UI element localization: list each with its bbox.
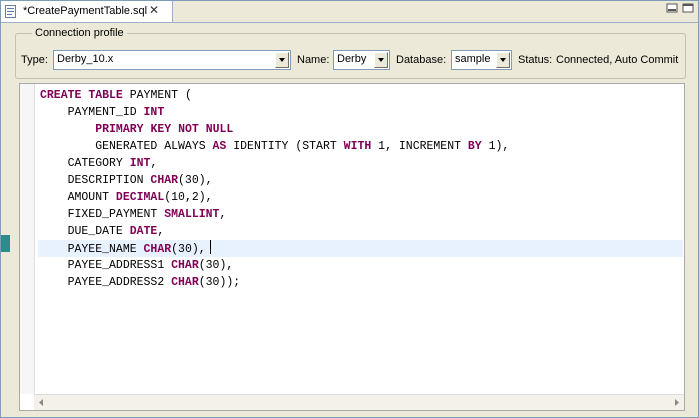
chevron-down-icon[interactable] <box>275 52 289 68</box>
code-text: , <box>157 225 165 238</box>
sql-keyword: AS <box>212 140 227 153</box>
name-dropdown[interactable]: Derby <box>333 50 390 70</box>
maximize-icon[interactable] <box>682 3 695 14</box>
code-text: (30), <box>171 243 206 256</box>
code-line[interactable]: DESCRIPTION CHAR(30), <box>38 172 683 189</box>
code-text: 1), <box>481 140 510 153</box>
status-value: Connected, Auto Commit <box>556 54 679 66</box>
code-line[interactable]: FIXED_PAYMENT SMALLINT, <box>38 206 683 223</box>
code-line[interactable]: PAYEE_NAME CHAR(30), <box>38 240 683 257</box>
code-text: DESCRIPTION <box>40 174 151 187</box>
scroll-left-icon[interactable] <box>36 397 47 408</box>
code-line[interactable]: PAYEE_ADDRESS1 CHAR(30), <box>38 257 683 274</box>
sql-keyword: CHAR <box>143 243 172 256</box>
code-line[interactable]: AMOUNT DECIMAL(10,2), <box>38 189 683 206</box>
editor-window: *CreatePaymentTable.sql ✕ Connection pro… <box>0 0 699 418</box>
sql-keyword: BY <box>467 140 482 153</box>
sql-keyword: CHAR <box>171 259 199 272</box>
type-dropdown[interactable]: Derby_10.x <box>53 50 291 70</box>
close-icon[interactable]: ✕ <box>149 4 159 17</box>
sql-keyword: NOT <box>178 123 199 136</box>
code-text: (30), <box>178 174 213 187</box>
chevron-down-icon[interactable] <box>374 52 388 68</box>
code-text: CATEGORY <box>40 157 130 170</box>
tab-bar: *CreatePaymentTable.sql ✕ <box>1 1 698 23</box>
code-text: , <box>150 157 158 170</box>
code-text: , <box>219 208 227 221</box>
code-text: 1, INCREMENT <box>371 140 468 153</box>
code-text: PAYEE_ADDRESS1 <box>40 259 172 272</box>
editor-content: Connection profile Type: Derby_10.x Name… <box>5 23 694 414</box>
code-text: PAYEE_NAME <box>40 243 144 256</box>
sql-editor[interactable]: CREATE TABLE PAYMENT ( PAYMENT_ID INT PR… <box>19 83 685 411</box>
code-text: AMOUNT <box>40 191 116 204</box>
status-label: Status: <box>518 54 553 66</box>
code-line[interactable]: PAYMENT_ID INT <box>38 104 683 121</box>
code-text: (30)); <box>198 276 241 289</box>
database-value: sample <box>455 53 491 65</box>
horizontal-scrollbar[interactable] <box>34 394 684 410</box>
sql-keyword: CHAR <box>150 174 179 187</box>
text-caret <box>209 240 211 254</box>
code-line[interactable]: DUE_DATE DATE, <box>38 223 683 240</box>
name-value: Derby <box>337 53 367 65</box>
code-text: IDENTITY (START <box>226 140 344 153</box>
code-text: (10,2), <box>164 191 213 204</box>
minimize-icon[interactable] <box>666 3 679 14</box>
sql-keyword: NULL <box>205 123 234 136</box>
code-text: DUE_DATE <box>40 225 130 238</box>
type-value: Derby_10.x <box>57 53 114 65</box>
chevron-down-icon[interactable] <box>496 52 510 68</box>
sql-file-icon <box>5 5 16 18</box>
connection-profile-title: Connection profile <box>32 27 127 39</box>
current-line-marker <box>1 235 10 252</box>
database-dropdown[interactable]: sample <box>451 50 512 70</box>
scroll-right-icon[interactable] <box>671 397 682 408</box>
code-text: PAYMENT_ID <box>40 106 144 119</box>
code-line[interactable]: CATEGORY INT, <box>38 155 683 172</box>
sql-keyword: INT <box>129 157 151 170</box>
sql-keyword: WITH <box>343 140 372 153</box>
tab-create-payment-table[interactable]: *CreatePaymentTable.sql ✕ <box>1 1 173 22</box>
tab-title: *CreatePaymentTable.sql <box>23 5 148 17</box>
code-text: GENERATED ALWAYS <box>40 140 213 153</box>
sql-keyword: DECIMAL <box>115 191 165 204</box>
editor-ruler <box>20 84 35 394</box>
code-line[interactable]: GENERATED ALWAYS AS IDENTITY (START WITH… <box>38 138 683 155</box>
sql-keyword: CREATE <box>40 89 82 102</box>
code-area[interactable]: CREATE TABLE PAYMENT ( PAYMENT_ID INT PR… <box>38 87 683 291</box>
code-line[interactable]: PAYEE_ADDRESS2 CHAR(30)); <box>38 274 683 291</box>
sql-keyword: CHAR <box>171 276 199 289</box>
sql-keyword: DATE <box>129 225 158 238</box>
sql-keyword: TABLE <box>88 89 123 102</box>
code-text: (30), <box>198 259 234 272</box>
type-label: Type: <box>21 54 48 66</box>
code-text: PAYMENT ( <box>122 89 192 102</box>
code-line[interactable]: PRIMARY KEY NOT NULL <box>38 121 683 138</box>
code-text: PAYEE_ADDRESS2 <box>40 276 172 289</box>
code-line[interactable]: CREATE TABLE PAYMENT ( <box>38 87 683 104</box>
database-label: Database: <box>396 54 447 66</box>
name-label: Name: <box>297 54 330 66</box>
sql-keyword: INT <box>143 106 165 119</box>
sql-keyword: SMALLINT <box>164 208 220 221</box>
sql-keyword: KEY <box>150 123 172 136</box>
sql-keyword: PRIMARY <box>95 123 144 136</box>
code-text: FIXED_PAYMENT <box>40 208 165 221</box>
